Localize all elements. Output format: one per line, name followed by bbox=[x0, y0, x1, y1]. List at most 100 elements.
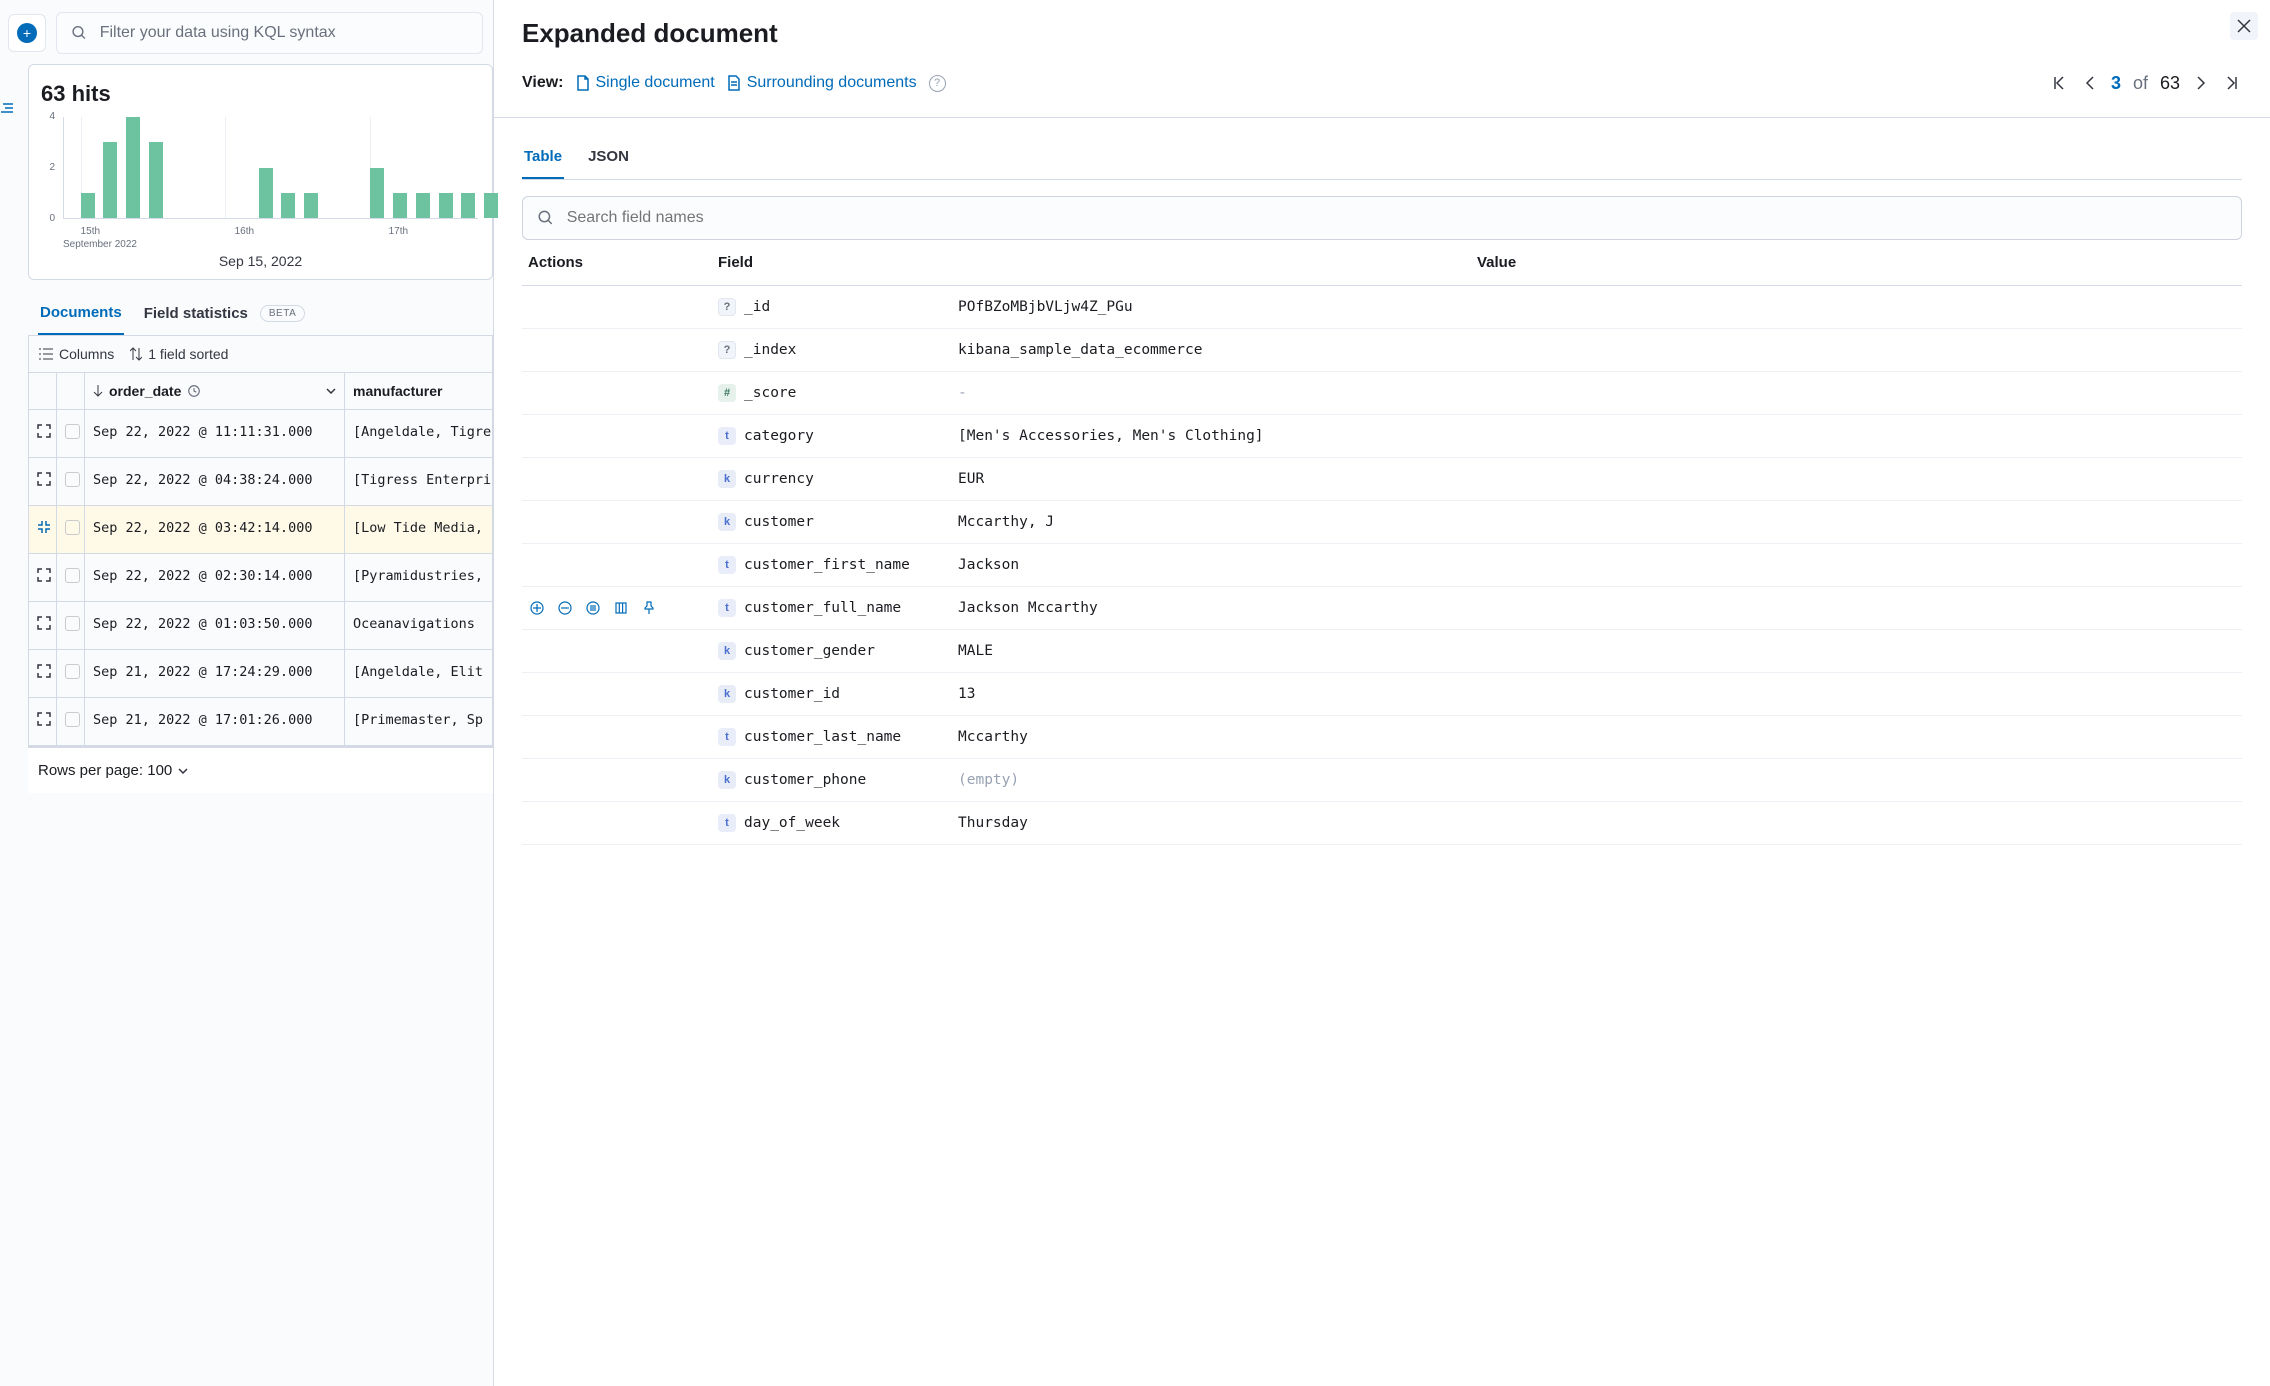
y-tick: 4 bbox=[39, 111, 55, 122]
pin-field-button[interactable] bbox=[640, 599, 658, 617]
row-checkbox[interactable] bbox=[65, 472, 80, 487]
keyword-type-icon: k bbox=[718, 470, 736, 488]
cell-order-date: Sep 22, 2022 @ 11:11:31.000 bbox=[85, 410, 345, 457]
row-checkbox[interactable] bbox=[65, 568, 80, 583]
field-row[interactable]: ?_idPOfBZoMBjbVLjw4Z_PGu bbox=[522, 286, 2242, 329]
field-row[interactable]: #_score- bbox=[522, 372, 2242, 415]
histogram-bar[interactable] bbox=[126, 117, 140, 218]
histogram-bar[interactable] bbox=[259, 168, 273, 219]
exists-filter-button[interactable] bbox=[584, 599, 602, 617]
histogram-bar[interactable] bbox=[281, 193, 295, 218]
page-next-button[interactable] bbox=[2192, 71, 2210, 95]
histogram-bar[interactable] bbox=[416, 193, 430, 218]
x-tick: 17th bbox=[389, 226, 408, 237]
tab-json[interactable]: JSON bbox=[586, 140, 631, 179]
histogram-bar[interactable] bbox=[103, 142, 117, 218]
help-icon[interactable]: ? bbox=[929, 75, 946, 92]
histogram-bar[interactable] bbox=[484, 193, 498, 218]
close-flyout-button[interactable] bbox=[2230, 12, 2258, 40]
histogram-bar[interactable] bbox=[439, 193, 453, 218]
rows-per-page-button[interactable]: Rows per page: 100 bbox=[38, 762, 172, 779]
tab-field-statistics[interactable]: Field statistics bbox=[142, 293, 250, 334]
histogram-bar[interactable] bbox=[393, 193, 407, 218]
field-row[interactable]: kcustomer_phone(empty) bbox=[522, 759, 2242, 802]
field-name: customer bbox=[744, 514, 814, 530]
single-document-link[interactable]: Single document bbox=[576, 74, 715, 92]
field-row[interactable]: tcustomer_first_nameJackson bbox=[522, 544, 2242, 587]
expand-icon[interactable] bbox=[37, 712, 51, 726]
histogram-bar[interactable] bbox=[461, 193, 475, 218]
field-row[interactable]: tday_of_weekThursday bbox=[522, 802, 2242, 845]
table-row[interactable]: Sep 21, 2022 @ 17:01:26.000[Primemaster,… bbox=[29, 698, 492, 746]
tab-documents[interactable]: Documents bbox=[38, 292, 124, 335]
field-row[interactable]: ?_indexkibana_sample_data_ecommerce bbox=[522, 329, 2242, 372]
histogram-bar[interactable] bbox=[304, 193, 318, 218]
field-row[interactable]: kcustomer_id13 bbox=[522, 673, 2242, 716]
cell-order-date: Sep 21, 2022 @ 17:24:29.000 bbox=[85, 650, 345, 697]
col-actions-button[interactable] bbox=[326, 388, 336, 394]
filter-for-value-button[interactable] bbox=[528, 599, 546, 617]
plus-icon: + bbox=[17, 23, 37, 43]
document-icon bbox=[576, 75, 590, 91]
histogram-bar[interactable] bbox=[149, 142, 163, 218]
field-row[interactable]: tcustomer_last_nameMccarthy bbox=[522, 716, 2242, 759]
row-checkbox[interactable] bbox=[65, 424, 80, 439]
close-icon bbox=[2237, 19, 2251, 33]
kql-search-bar[interactable] bbox=[56, 12, 483, 54]
table-row[interactable]: Sep 22, 2022 @ 02:30:14.000[Pyramidustri… bbox=[29, 554, 492, 602]
field-value: 13 bbox=[958, 686, 2236, 702]
expand-icon[interactable] bbox=[37, 616, 51, 630]
field-search-input[interactable] bbox=[567, 209, 2227, 227]
text-type-icon: t bbox=[718, 814, 736, 832]
histogram-chart[interactable]: September 2022 15th16th17th024 bbox=[39, 113, 482, 243]
table-row[interactable]: Sep 22, 2022 @ 04:38:24.000[Tigress Ente… bbox=[29, 458, 492, 506]
page-first-button[interactable] bbox=[2049, 71, 2069, 95]
field-row[interactable]: k customer Mccarthy, J bbox=[522, 501, 2242, 544]
row-checkbox[interactable] bbox=[65, 520, 80, 535]
cell-order-date: Sep 22, 2022 @ 04:38:24.000 bbox=[85, 458, 345, 505]
field-value: Mccarthy, J bbox=[958, 514, 2236, 530]
page-prev-button[interactable] bbox=[2081, 71, 2099, 95]
sort-button[interactable]: 1 field sorted bbox=[130, 346, 228, 362]
toggle-column-button[interactable] bbox=[612, 599, 630, 617]
col-header-manufacturer[interactable]: manufacturer bbox=[345, 373, 492, 409]
chevron-first-icon bbox=[2053, 75, 2065, 91]
table-row[interactable]: Sep 21, 2022 @ 17:24:29.000[Angeldale, E… bbox=[29, 650, 492, 698]
field-row[interactable]: tcategory[Men's Accessories, Men's Cloth… bbox=[522, 415, 2242, 458]
chevron-last-icon bbox=[2226, 75, 2238, 91]
table-row[interactable]: Sep 22, 2022 @ 03:42:14.000[Low Tide Med… bbox=[29, 506, 492, 554]
keyword-type-icon: k bbox=[718, 513, 736, 531]
field-row[interactable]: tcustomer_full_nameJackson Mccarthy bbox=[522, 587, 2242, 630]
kql-input[interactable] bbox=[100, 24, 468, 42]
field-search-bar[interactable] bbox=[522, 196, 2242, 240]
row-checkbox[interactable] bbox=[65, 712, 80, 727]
field-row[interactable]: kcurrencyEUR bbox=[522, 458, 2242, 501]
table-row[interactable]: Sep 22, 2022 @ 01:03:50.000Oceanavigatio… bbox=[29, 602, 492, 650]
collapse-sidebar-toggle[interactable] bbox=[0, 98, 16, 118]
collapse-icon[interactable] bbox=[37, 520, 51, 534]
table-row[interactable]: Sep 22, 2022 @ 11:11:31.000[Angeldale, T… bbox=[29, 410, 492, 458]
tab-table[interactable]: Table bbox=[522, 140, 564, 179]
add-filter-button[interactable]: + bbox=[8, 14, 46, 52]
field-row[interactable]: kcustomer_genderMALE bbox=[522, 630, 2242, 673]
page-last-button[interactable] bbox=[2222, 71, 2242, 95]
field-value: Mccarthy bbox=[958, 729, 2236, 745]
histogram-bar[interactable] bbox=[81, 193, 95, 218]
filter-out-value-button[interactable] bbox=[556, 599, 574, 617]
field-name: customer_last_name bbox=[744, 729, 901, 745]
field-name: _score bbox=[744, 385, 796, 401]
expand-icon[interactable] bbox=[37, 472, 51, 486]
field-value: - bbox=[958, 385, 2236, 401]
col-header-order-date[interactable]: order_date bbox=[85, 373, 345, 409]
row-checkbox[interactable] bbox=[65, 616, 80, 631]
row-checkbox[interactable] bbox=[65, 664, 80, 679]
cell-order-date: Sep 21, 2022 @ 17:01:26.000 bbox=[85, 698, 345, 745]
surrounding-documents-link[interactable]: Surrounding documents bbox=[727, 74, 917, 92]
columns-button[interactable]: Columns bbox=[39, 346, 114, 362]
expand-icon[interactable] bbox=[37, 664, 51, 678]
cell-manufacturer: [Pyramidustries, Lighting] bbox=[345, 554, 492, 601]
page-of-label: of bbox=[2133, 73, 2148, 94]
histogram-bar[interactable] bbox=[370, 168, 384, 219]
expand-icon[interactable] bbox=[37, 568, 51, 582]
expand-icon[interactable] bbox=[37, 424, 51, 438]
